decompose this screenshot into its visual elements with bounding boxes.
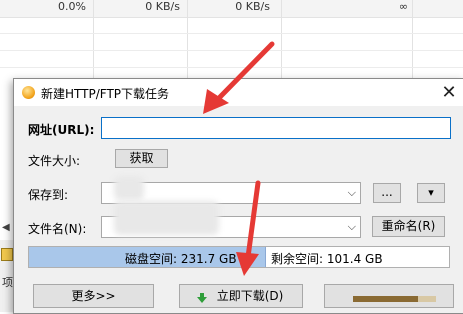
disk-space-bar: 磁盘空间: 231.7 GB 剩余空间: 101.4 GB bbox=[28, 246, 450, 268]
download-now-label: 立即下载(D) bbox=[216, 289, 284, 303]
disk-total-text: 磁盘空间: 231.7 GB bbox=[125, 252, 237, 266]
download-now-button[interactable]: 立即下载(D) bbox=[179, 284, 303, 308]
progress-indicator bbox=[353, 296, 436, 302]
fetch-size-button[interactable]: 获取 bbox=[115, 149, 168, 168]
app-logo-icon bbox=[22, 86, 35, 99]
folder-menu-button[interactable]: ▾ bbox=[417, 183, 445, 203]
chevron-down-icon: ⌵ bbox=[347, 186, 356, 199]
download-arrow-icon bbox=[197, 293, 207, 303]
save-to-label: 保存到: bbox=[28, 188, 69, 202]
download-list-row[interactable]: 0.0% 0 KB/s 0 KB/s ∞ bbox=[0, 0, 463, 18]
row-divider bbox=[0, 50, 463, 51]
redacted-path bbox=[114, 176, 144, 200]
row-divider bbox=[0, 33, 463, 34]
upload-speed-cell: 0 KB/s bbox=[235, 0, 270, 13]
disk-free-text: 剩余空间: 101.4 GB bbox=[271, 252, 383, 266]
row-divider bbox=[0, 67, 463, 68]
dialog-titlebar[interactable]: 新建HTTP/FTP下载任务 ✕ bbox=[14, 79, 463, 106]
filesize-label: 文件大小: bbox=[28, 154, 81, 168]
time-left-cell: ∞ bbox=[398, 0, 408, 13]
new-download-dialog: 新建HTTP/FTP下载任务 ✕ 网址(URL): 文件大小: 获取 保存到: … bbox=[13, 78, 463, 314]
url-input[interactable] bbox=[101, 117, 451, 139]
filename-label: 文件名(N): bbox=[28, 222, 87, 236]
progress-indicator-fill bbox=[353, 296, 418, 302]
progress-cell: 0.0% bbox=[58, 0, 86, 13]
browse-button[interactable]: ... bbox=[373, 183, 401, 203]
dialog-title: 新建HTTP/FTP下载任务 bbox=[41, 87, 170, 101]
close-icon[interactable]: ✕ bbox=[434, 79, 463, 106]
chevron-down-icon: ⌵ bbox=[347, 220, 356, 233]
more-options-button[interactable]: 更多>> bbox=[33, 284, 154, 308]
redacted-filename bbox=[114, 201, 219, 235]
start-later-button[interactable] bbox=[324, 284, 454, 308]
folder-icon bbox=[1, 248, 13, 261]
rename-button[interactable]: 重命名(R) bbox=[372, 216, 445, 237]
speed-cell: 0 KB/s bbox=[145, 0, 180, 13]
scroll-left-icon[interactable]: ◀ bbox=[2, 222, 10, 233]
url-label: 网址(URL): bbox=[28, 123, 95, 137]
side-panel-label: 项 bbox=[2, 276, 13, 289]
